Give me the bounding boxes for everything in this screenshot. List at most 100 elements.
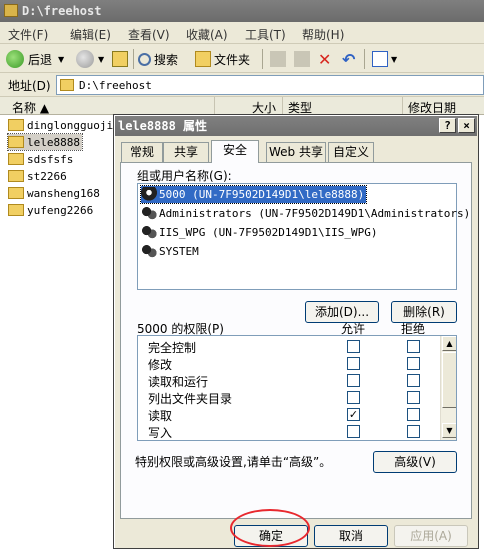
deny-checkbox[interactable] (407, 408, 420, 421)
menu-help[interactable]: 帮助(H) (302, 26, 344, 43)
views-button[interactable]: ▼ (372, 49, 397, 69)
folder-icon (8, 153, 24, 165)
delete-x-icon: ✕ (318, 49, 332, 69)
up-folder-icon (112, 51, 128, 67)
permission-row: 完全控制 (138, 338, 438, 355)
deny-checkbox[interactable] (407, 374, 420, 387)
move-to-icon (270, 51, 286, 67)
help-button[interactable]: ? (439, 118, 456, 133)
deny-checkbox[interactable] (407, 340, 420, 353)
dropdown-arrow-icon[interactable]: ▼ (391, 55, 397, 64)
deny-checkbox[interactable] (407, 357, 420, 370)
ok-button[interactable]: 确定 (234, 525, 308, 547)
menu-view[interactable]: 查看(V) (128, 26, 170, 43)
menu-edit[interactable]: 编辑(E) (70, 26, 111, 43)
scroll-thumb[interactable] (442, 352, 456, 408)
permission-row: 列出文件夹目录 (138, 389, 438, 406)
allow-checkbox[interactable]: ✓ (347, 408, 360, 421)
list-item[interactable]: yufeng2266 (8, 202, 95, 218)
dialog-title-bar[interactable]: lele8888 属性 ? × (115, 116, 477, 136)
dropdown-arrow-icon[interactable]: ▼ (98, 55, 104, 64)
dropdown-arrow-icon[interactable]: ▼ (58, 55, 64, 64)
list-item[interactable]: sdsfsfs (8, 151, 75, 167)
views-icon (372, 51, 388, 67)
menu-file[interactable]: 文件(F) (8, 26, 48, 43)
folder-icon (4, 4, 18, 17)
menu-favorites[interactable]: 收藏(A) (186, 26, 228, 43)
window-title: D:\freehost (22, 4, 102, 18)
cancel-button[interactable]: 取消 (314, 525, 388, 547)
address-value: D:\freehost (79, 79, 152, 92)
permission-name: 读取 (148, 409, 173, 423)
address-bar: 地址(D) D:\freehost (0, 73, 484, 97)
folder-icon (60, 79, 74, 91)
dialog-title: lele8888 属性 (118, 119, 208, 133)
security-tab-panel: 组或用户名称(G): 5000 (UN-7F9502D149D1\lele888… (120, 162, 472, 519)
tab-customize[interactable]: 自定义 (328, 142, 374, 162)
tab-security[interactable]: 安全 (211, 140, 259, 163)
tab-general[interactable]: 常规 (121, 142, 163, 162)
copy-to-button[interactable] (294, 49, 313, 69)
move-to-button[interactable] (270, 49, 289, 69)
tab-web-sharing[interactable]: Web 共享 (266, 142, 326, 162)
advanced-hint-text: 特别权限或高级设置,请单击“高级”。 (135, 455, 332, 469)
address-label: 地址(D) (8, 79, 51, 93)
scroll-down-icon[interactable]: ▼ (442, 423, 456, 438)
deny-checkbox[interactable] (407, 391, 420, 404)
menu-tools[interactable]: 工具(T) (245, 26, 286, 43)
permission-row: 读取 ✓ (138, 406, 438, 423)
group-icon (141, 243, 157, 260)
user-list: 5000 (UN-7F9502D149D1\lele8888) Administ… (137, 183, 470, 290)
list-item[interactable]: lele8888 (7, 133, 83, 151)
window-title-bar[interactable]: D:\freehost (0, 0, 484, 22)
user-row[interactable]: IIS_WPG (UN-7F9502D149D1\IIS_WPG) (141, 224, 380, 241)
tab-sharing[interactable]: 共享 (163, 142, 209, 162)
column-name[interactable]: 名称 ▲ (12, 99, 49, 116)
back-button[interactable]: 后退 ▼ (6, 49, 64, 69)
toolbar: 后退 ▼ ▼ 搜索 文件夹 ✕ ↶ ▼ (0, 45, 484, 73)
close-button[interactable]: × (458, 118, 475, 133)
search-button[interactable]: 搜索 (138, 49, 178, 69)
up-folder-button[interactable] (112, 49, 131, 69)
folders-button[interactable]: 文件夹 (195, 49, 250, 69)
list-item[interactable]: st2266 (8, 168, 69, 184)
user-row[interactable]: 5000 (UN-7F9502D149D1\lele8888) (139, 185, 368, 204)
undo-button[interactable]: ↶ (342, 49, 355, 69)
permission-name: 列出文件夹目录 (148, 392, 233, 406)
allow-checkbox[interactable] (347, 425, 360, 438)
user-row[interactable]: SYSTEM (141, 243, 201, 260)
search-icon (138, 52, 151, 66)
allow-checkbox[interactable] (347, 357, 360, 370)
folder-icon (8, 187, 24, 199)
address-input[interactable]: D:\freehost (56, 75, 484, 95)
permission-row: 修改 (138, 355, 438, 372)
permission-name: 写入 (148, 426, 173, 440)
permissions-list: 完全控制修改读取和运行列出文件夹目录读取 ✓ 写入特别的权限 ▲ ▼ (137, 335, 457, 441)
forward-button[interactable]: ▼ (76, 49, 104, 69)
list-item[interactable]: dinglongguoji (8, 117, 115, 133)
permission-row: 读取和运行 (138, 372, 438, 389)
advanced-button[interactable]: 高级(V) (373, 451, 457, 473)
forward-arrow-icon (76, 50, 94, 68)
menu-bar: 文件(F) 编辑(E) 查看(V) 收藏(A) 工具(T) 帮助(H) (0, 22, 484, 44)
deny-checkbox[interactable] (407, 425, 420, 438)
group-icon (141, 224, 157, 241)
permission-name: 修改 (148, 358, 173, 372)
folder-icon (8, 136, 24, 148)
delete-button[interactable]: ✕ (318, 49, 331, 69)
allow-checkbox[interactable] (347, 374, 360, 387)
group-icon (141, 205, 157, 222)
apply-button[interactable]: 应用(A) (394, 525, 468, 547)
permission-row: 写入 (138, 423, 438, 440)
folder-icon (8, 204, 24, 216)
permissions-scrollbar[interactable]: ▲ ▼ (440, 336, 456, 440)
scroll-up-icon[interactable]: ▲ (442, 336, 456, 351)
user-row[interactable]: Administrators (UN-7F9502D149D1\Administ… (141, 205, 472, 222)
list-item[interactable]: wansheng168 (8, 185, 102, 201)
undo-icon: ↶ (342, 49, 356, 69)
file-list: dinglongguoji lele8888 sdsfsfs st2266 wa… (0, 115, 116, 549)
column-header: 名称 ▲ 大小 类型 修改日期 (0, 97, 484, 115)
allow-checkbox[interactable] (347, 391, 360, 404)
folders-icon (195, 51, 211, 67)
allow-checkbox[interactable] (347, 340, 360, 353)
